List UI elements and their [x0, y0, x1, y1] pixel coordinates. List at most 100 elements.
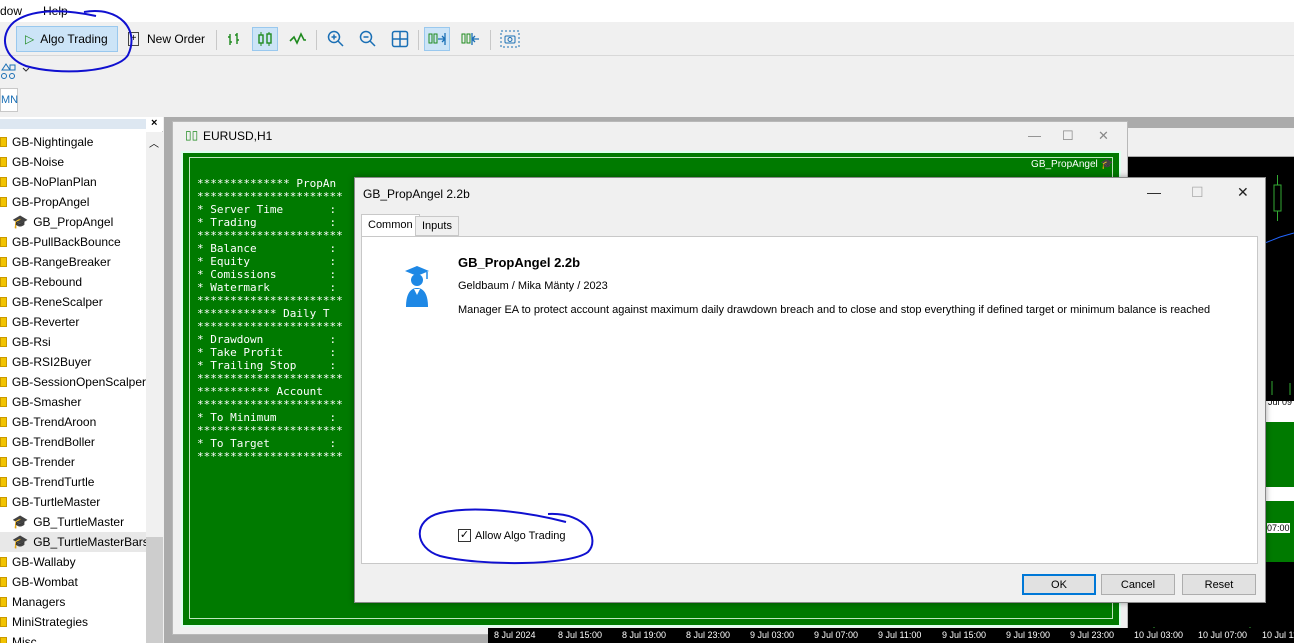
close-icon[interactable]: ✕: [1098, 128, 1109, 144]
ea-panel-line: * Server Time :: [197, 203, 337, 216]
navigator-item[interactable]: GB-Trender: [0, 452, 146, 472]
navigator-item[interactable]: GB-TrendAroon: [0, 412, 146, 432]
navigator-item[interactable]: 🎓 GB_TurtleMasterBars: [0, 532, 149, 552]
navigator-item[interactable]: GB-Rebound: [0, 272, 146, 292]
folder-icon: [0, 417, 7, 427]
navigator-header: ×: [0, 117, 163, 131]
navigator-item-label: GB-RangeBreaker: [12, 255, 111, 269]
time-axis-label: 10 Jul 03:00: [1134, 630, 1184, 640]
checkmark-icon[interactable]: ✓: [458, 529, 471, 542]
navigator-item[interactable]: GB-Rsi: [0, 332, 146, 352]
common-tab-panel: GB_PropAngel 2.2b Geldbaum / Mika Mänty …: [361, 236, 1258, 564]
navigator-item[interactable]: GB-TrendBoller: [0, 432, 146, 452]
timeframe-tab-mn[interactable]: MN: [0, 88, 18, 112]
navigator-item[interactable]: GB-Wallaby: [0, 552, 146, 572]
time-axis-label: 9 Jul 19:00: [1006, 630, 1051, 640]
navigator-item-label: GB-Noise: [12, 155, 65, 169]
navigator-item[interactable]: 🎓 GB_PropAngel: [0, 212, 146, 232]
ea-panel-line: ************ Daily T: [197, 307, 330, 320]
navigator-item[interactable]: GB-ReneScalper: [0, 292, 146, 312]
screenshot-icon[interactable]: [497, 27, 523, 51]
time-label: 07:00: [1267, 523, 1290, 533]
ea-panel-line: * Comissions :: [197, 268, 337, 281]
navigator-item-label: GB_TurtleMasterBars: [33, 535, 149, 549]
time-axis-label: 9 Jul 07:00: [814, 630, 859, 640]
close-icon[interactable]: ×: [151, 117, 157, 129]
bar-chart-icon[interactable]: [221, 27, 247, 51]
ea-panel-line: * Watermark :: [197, 281, 337, 294]
navigator-item[interactable]: GB-PropAngel: [0, 192, 146, 212]
maximize-icon[interactable]: ☐: [1062, 128, 1074, 144]
time-axis-label: 9 Jul 15:00: [942, 630, 987, 640]
candlestick-icon: ▯▯: [185, 128, 199, 142]
time-axis-label: 8 Jul 19:00: [622, 630, 667, 640]
chevron-up-icon[interactable]: ︿: [149, 135, 159, 150]
ea-info-panel: ************** PropAn *******************…: [197, 177, 343, 463]
auto-scroll-icon[interactable]: [424, 27, 450, 51]
minimize-icon[interactable]: —: [1147, 184, 1161, 200]
close-icon[interactable]: ✕: [1237, 184, 1249, 201]
navigator-item[interactable]: 🎓 GB_TurtleMaster: [0, 512, 146, 532]
navigator-item[interactable]: GB-TurtleMaster: [0, 492, 146, 512]
folder-icon: [0, 357, 7, 367]
navigator-item[interactable]: Managers: [0, 592, 146, 612]
chart-window-title: EURUSD,H1: [203, 129, 273, 143]
navigator-header-bar: [0, 119, 146, 129]
navigator-item-label: GB-Reverter: [12, 315, 80, 329]
line-chart-icon[interactable]: [285, 27, 311, 51]
chart-window-titlebar[interactable]: ▯▯ EURUSD,H1 — ☐ ✕: [173, 122, 1127, 148]
navigator-item-label: GB-RSI2Buyer: [12, 355, 92, 369]
navigator-item[interactable]: GB-Wombat: [0, 572, 146, 592]
new-order-button[interactable]: + New Order: [126, 26, 210, 52]
candlestick-icon[interactable]: [252, 27, 278, 51]
folder-icon: [0, 457, 7, 467]
time-axis-label: 9 Jul 11:00: [878, 630, 922, 640]
background-chart-titlebar: [1126, 128, 1294, 156]
navigator-item-label: GB-PropAngel: [12, 195, 90, 209]
time-axis-label: 9 Jul 23:00: [1070, 630, 1115, 640]
navigator-item[interactable]: GB-RSI2Buyer: [0, 352, 146, 372]
navigator-item[interactable]: GB-SessionOpenScalper: [0, 372, 146, 392]
menu-window[interactable]: dow: [0, 4, 22, 18]
navigator-item[interactable]: GB-Reverter: [0, 312, 146, 332]
navigator-item[interactable]: GB-Nightingale: [0, 132, 146, 152]
navigator-tree: GB-Nightingale GB-Noise GB-NoPlanPlan GB-Pr…: [0, 132, 149, 643]
navigator-item[interactable]: GB-RangeBreaker: [0, 252, 146, 272]
ea-panel-line: * Trading :: [197, 216, 337, 229]
folder-icon: [0, 337, 7, 347]
ok-button[interactable]: OK: [1022, 574, 1096, 595]
navigator-item[interactable]: GB-Smasher: [0, 392, 146, 412]
navigator-item[interactable]: GB-TrendTurtle: [0, 472, 146, 492]
tile-windows-icon[interactable]: [387, 27, 413, 51]
algo-trading-button[interactable]: ▷ Algo Trading: [16, 26, 118, 52]
time-axis-label: 8 Jul 15:00: [558, 630, 603, 640]
tab-common[interactable]: Common: [361, 214, 420, 237]
minimize-icon[interactable]: —: [1028, 128, 1041, 143]
zoom-in-icon[interactable]: [323, 27, 349, 51]
navigator-item[interactable]: GB-PullBackBounce: [0, 232, 146, 252]
toolbar-separator: [316, 30, 317, 50]
allow-algo-trading-checkbox[interactable]: ✓ Allow Algo Trading: [458, 529, 566, 542]
navigator-panel: × GB-Nightingale GB-Noise GB-NoPlanPlan GB-…: [0, 117, 163, 643]
chart-shift-icon[interactable]: [457, 27, 483, 51]
navigator-item[interactable]: GB-NoPlanPlan: [0, 172, 146, 192]
scrollbar-thumb[interactable]: [146, 537, 163, 643]
menu-help[interactable]: Help: [43, 4, 68, 18]
ea-panel-line: * Trailing Stop :: [197, 359, 337, 372]
zoom-out-icon[interactable]: [355, 27, 381, 51]
reset-button[interactable]: Reset: [1182, 574, 1256, 595]
ea-panel-line: **********************: [197, 450, 343, 463]
cancel-button[interactable]: Cancel: [1101, 574, 1175, 595]
navigator-item[interactable]: GB-Noise: [0, 152, 146, 172]
time-label: Jul 09: [1268, 397, 1293, 407]
navigator-item-label: GB-TrendAroon: [12, 415, 97, 429]
navigator-scrollbar[interactable]: ︿: [146, 132, 163, 643]
navigator-item[interactable]: Misc: [0, 632, 146, 643]
tab-inputs[interactable]: Inputs: [415, 216, 459, 236]
ea-chart-label: GB_PropAngel 🎓: [1031, 159, 1113, 170]
navigator-item-label: GB-TurtleMaster: [12, 495, 101, 509]
navigator-item-label: GB-Nightingale: [12, 135, 94, 149]
navigator-item[interactable]: MiniStrategies: [0, 612, 146, 632]
ea-panel-line: **********************: [197, 190, 343, 203]
navigator-item-label: GB-NoPlanPlan: [12, 175, 97, 189]
